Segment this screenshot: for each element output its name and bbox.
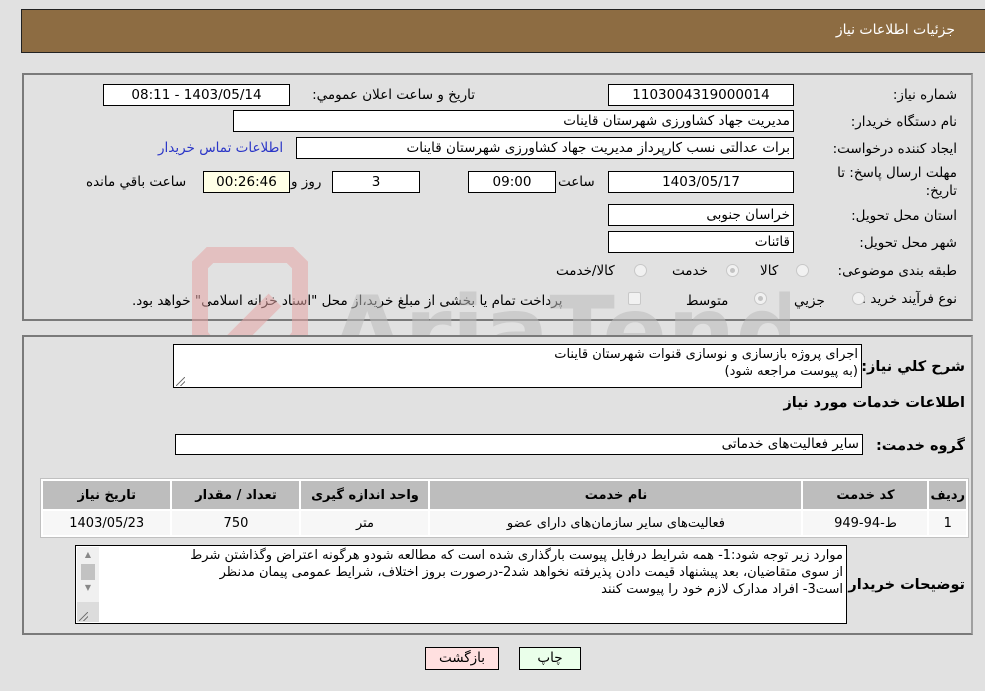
requester-label: ایجاد کننده درخواست: [832, 141, 957, 157]
col-unit: واحد اندازه گیری [301, 481, 429, 509]
category-radio-service[interactable] [726, 264, 739, 277]
col-date: تاریخ نیاز [43, 481, 171, 509]
buyer-org-field: مدیریت جهاد کشاورزی شهرستان قاینات [233, 110, 794, 132]
description-line-2: (به پیوست مراجعه شود) [724, 364, 858, 379]
announce-label: تاریخ و ساعت اعلان عمومي: [312, 87, 475, 103]
cell-name: فعالیت‌های سایر سازمان‌های دارای عضو [430, 511, 802, 535]
scroll-up-icon[interactable]: ▲ [77, 547, 99, 563]
deadline-label: مهلت ارسال پاسخ: تا [837, 165, 957, 181]
buyer-org-label: نام دستگاه خریدار: [850, 114, 957, 130]
process-radio-minor[interactable] [852, 292, 865, 305]
cell-code-text: ط-94-949 [834, 515, 897, 531]
page-title: جزئیات اطلاعات نیاز [835, 22, 955, 38]
cell-unit: متر [301, 511, 429, 535]
buyer-contact-link[interactable]: اطلاعات تماس خریدار [158, 140, 283, 156]
cell-index: 1 [929, 511, 966, 535]
treasury-checkbox[interactable] [628, 292, 641, 305]
process-option-minor: جزيي [794, 293, 825, 309]
col-name: نام خدمت [430, 481, 802, 509]
announce-datetime-field: 1403/05/14 - 08:11 [103, 84, 290, 106]
deadline-time-field: 09:00 [468, 171, 556, 193]
category-option-goods: کالا [760, 263, 779, 279]
buyer-notes-line-2: از سوی متقاضیان، بعد پیشنهاد قیمت دادن پ… [219, 565, 843, 580]
services-table: ردیف کد خدمت نام خدمت واحد اندازه گیری ت… [40, 478, 969, 538]
province-field: خراسان جنوبی [608, 204, 794, 226]
buyer-notes-line-3: است3- افراد مدارک لازم خود را پیوست کنند [601, 582, 843, 597]
description-label: شرح كلي نياز: [861, 359, 965, 375]
process-label: نوع فرآیند خرید : [861, 291, 957, 307]
need-number-field: 1103004319000014 [608, 84, 794, 106]
cell-date: 1403/05/23 [43, 511, 171, 535]
buyer-notes-line-1: موارد زیر توجه شود:1- همه شرایط درفایل پ… [190, 548, 843, 563]
deadline-label-date: تاریخ: [925, 183, 957, 199]
service-group-field: سایر فعالیت‌های خدماتی [175, 434, 863, 455]
resize-grip-icon[interactable] [79, 612, 88, 621]
process-radio-medium[interactable] [754, 292, 767, 305]
category-option-service: خدمت [672, 263, 708, 279]
page-header: جزئیات اطلاعات نیاز [21, 9, 985, 53]
print-button[interactable]: چاپ [519, 647, 581, 670]
scroll-down-icon[interactable]: ▼ [77, 580, 99, 596]
col-index: ردیف [929, 481, 966, 509]
description-textarea[interactable]: اجرای پروژه بازسازی و نوسازی قنوات شهرست… [173, 344, 862, 388]
cell-quantity: 750 [172, 511, 300, 535]
resize-corner [77, 602, 99, 622]
province-label: استان محل تحویل: [851, 208, 957, 224]
time-remaining-label: ساعت باقي مانده [86, 174, 187, 190]
buyer-notes-textarea[interactable]: موارد زیر توجه شود:1- همه شرایط درفایل پ… [75, 545, 847, 624]
buyer-notes-scrollbar[interactable]: ▲ ▼ [77, 547, 99, 622]
scroll-thumb[interactable] [81, 564, 95, 580]
treasury-note: پرداخت تمام یا بخشی از مبلغ خرید،از محل … [132, 293, 563, 309]
buyer-notes-label: توضیحات خریدار: [842, 577, 965, 593]
city-label: شهر محل تحویل: [859, 235, 957, 251]
need-description-panel: شرح كلي نياز: اجرای پروژه بازسازی و نوسا… [22, 335, 973, 635]
cell-code: ط-94-949 [803, 511, 928, 535]
days-label: روز و [291, 174, 322, 190]
category-label: طبقه بندی موضوعی: [837, 263, 957, 279]
service-group-label: گروه خدمت: [875, 438, 965, 454]
category-radio-goods-service[interactable] [634, 264, 647, 277]
need-number-label: شماره نیاز: [892, 87, 957, 103]
description-line-1: اجرای پروژه بازسازی و نوسازی قنوات شهرست… [554, 347, 858, 362]
services-table-header: ردیف کد خدمت نام خدمت واحد اندازه گیری ت… [43, 481, 966, 509]
category-radio-goods[interactable] [796, 264, 809, 277]
back-button[interactable]: بازگشت [425, 647, 499, 670]
category-option-goods-service: کالا/خدمت [556, 263, 615, 279]
col-quantity: تعداد / مقدار [172, 481, 300, 509]
need-details-panel: شماره نیاز: 1103004319000014 تاریخ و ساع… [22, 73, 973, 321]
deadline-time-label: ساعت [558, 174, 595, 190]
table-row: 1 ط-94-949 فعالیت‌های سایر سازمان‌های دا… [43, 511, 966, 535]
requester-field: برات عدالتی نسب کارپرداز مدیریت جهاد کشا… [296, 137, 794, 159]
days-remaining-field: 3 [332, 171, 420, 193]
process-option-medium: متوسط [686, 293, 729, 309]
services-section-title: اطلاعات خدمات مورد نیاز [783, 395, 965, 411]
city-field: قائنات [608, 231, 794, 253]
col-code: کد خدمت [803, 481, 928, 509]
deadline-date-field: 1403/05/17 [608, 171, 794, 193]
resize-grip-icon[interactable] [176, 377, 185, 386]
time-remaining-field: 00:26:46 [203, 171, 290, 193]
